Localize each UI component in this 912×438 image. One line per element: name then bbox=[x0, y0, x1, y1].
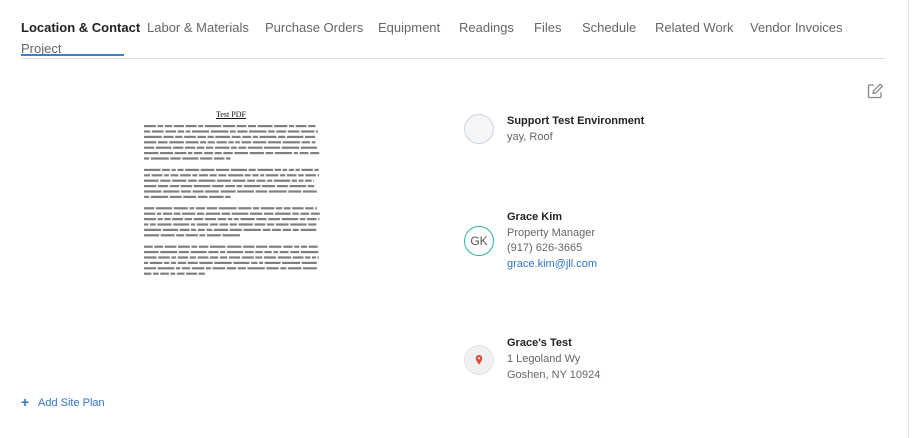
location-name[interactable]: Grace's Test bbox=[507, 337, 572, 349]
tab-files[interactable]: Files bbox=[534, 20, 561, 35]
tab-related-work[interactable]: Related Work bbox=[655, 20, 734, 35]
contact-role: Property Manager bbox=[507, 227, 596, 239]
location-contact-page: Location & Contact Labor & Materials Pur… bbox=[0, 0, 912, 438]
panel-right-border bbox=[908, 0, 909, 438]
contact-name[interactable]: Grace Kim bbox=[507, 211, 562, 223]
contact-avatar: GK bbox=[464, 226, 494, 256]
tab-location-contact[interactable]: Location & Contact bbox=[21, 20, 140, 35]
location-avatar bbox=[464, 345, 494, 375]
tab-equipment[interactable]: Equipment bbox=[378, 20, 440, 35]
plus-icon: + bbox=[21, 394, 30, 410]
add-site-plan-label: Add Site Plan bbox=[38, 397, 105, 409]
pdf-body-text bbox=[144, 125, 320, 275]
map-pin-icon bbox=[475, 355, 483, 365]
site-plan-pdf-preview[interactable]: Test PDF bbox=[140, 108, 322, 280]
client-name[interactable]: Support Test Environment bbox=[507, 115, 644, 127]
tabs-divider bbox=[21, 58, 885, 59]
active-tab-indicator bbox=[21, 54, 124, 56]
add-site-plan-button[interactable]: + Add Site Plan bbox=[21, 394, 105, 410]
location-address-line1: 1 Legoland Wy bbox=[507, 353, 581, 365]
tab-vendor-invoices[interactable]: Vendor Invoices bbox=[750, 20, 843, 35]
client-detail: yay, Roof bbox=[507, 131, 553, 143]
location-address-line2: Goshen, NY 10924 bbox=[507, 369, 601, 381]
contact-phone[interactable]: (917) 626-3665 bbox=[507, 242, 582, 254]
tab-schedule[interactable]: Schedule bbox=[582, 20, 636, 35]
pdf-title: Test PDF bbox=[216, 110, 246, 119]
contact-email[interactable]: grace.kim@jll.com bbox=[507, 258, 597, 270]
tab-readings[interactable]: Readings bbox=[459, 20, 514, 35]
tab-purchase-orders[interactable]: Purchase Orders bbox=[265, 20, 363, 35]
edit-square-icon[interactable] bbox=[866, 82, 884, 100]
tab-labor-materials[interactable]: Labor & Materials bbox=[147, 20, 249, 35]
client-avatar bbox=[464, 114, 494, 144]
